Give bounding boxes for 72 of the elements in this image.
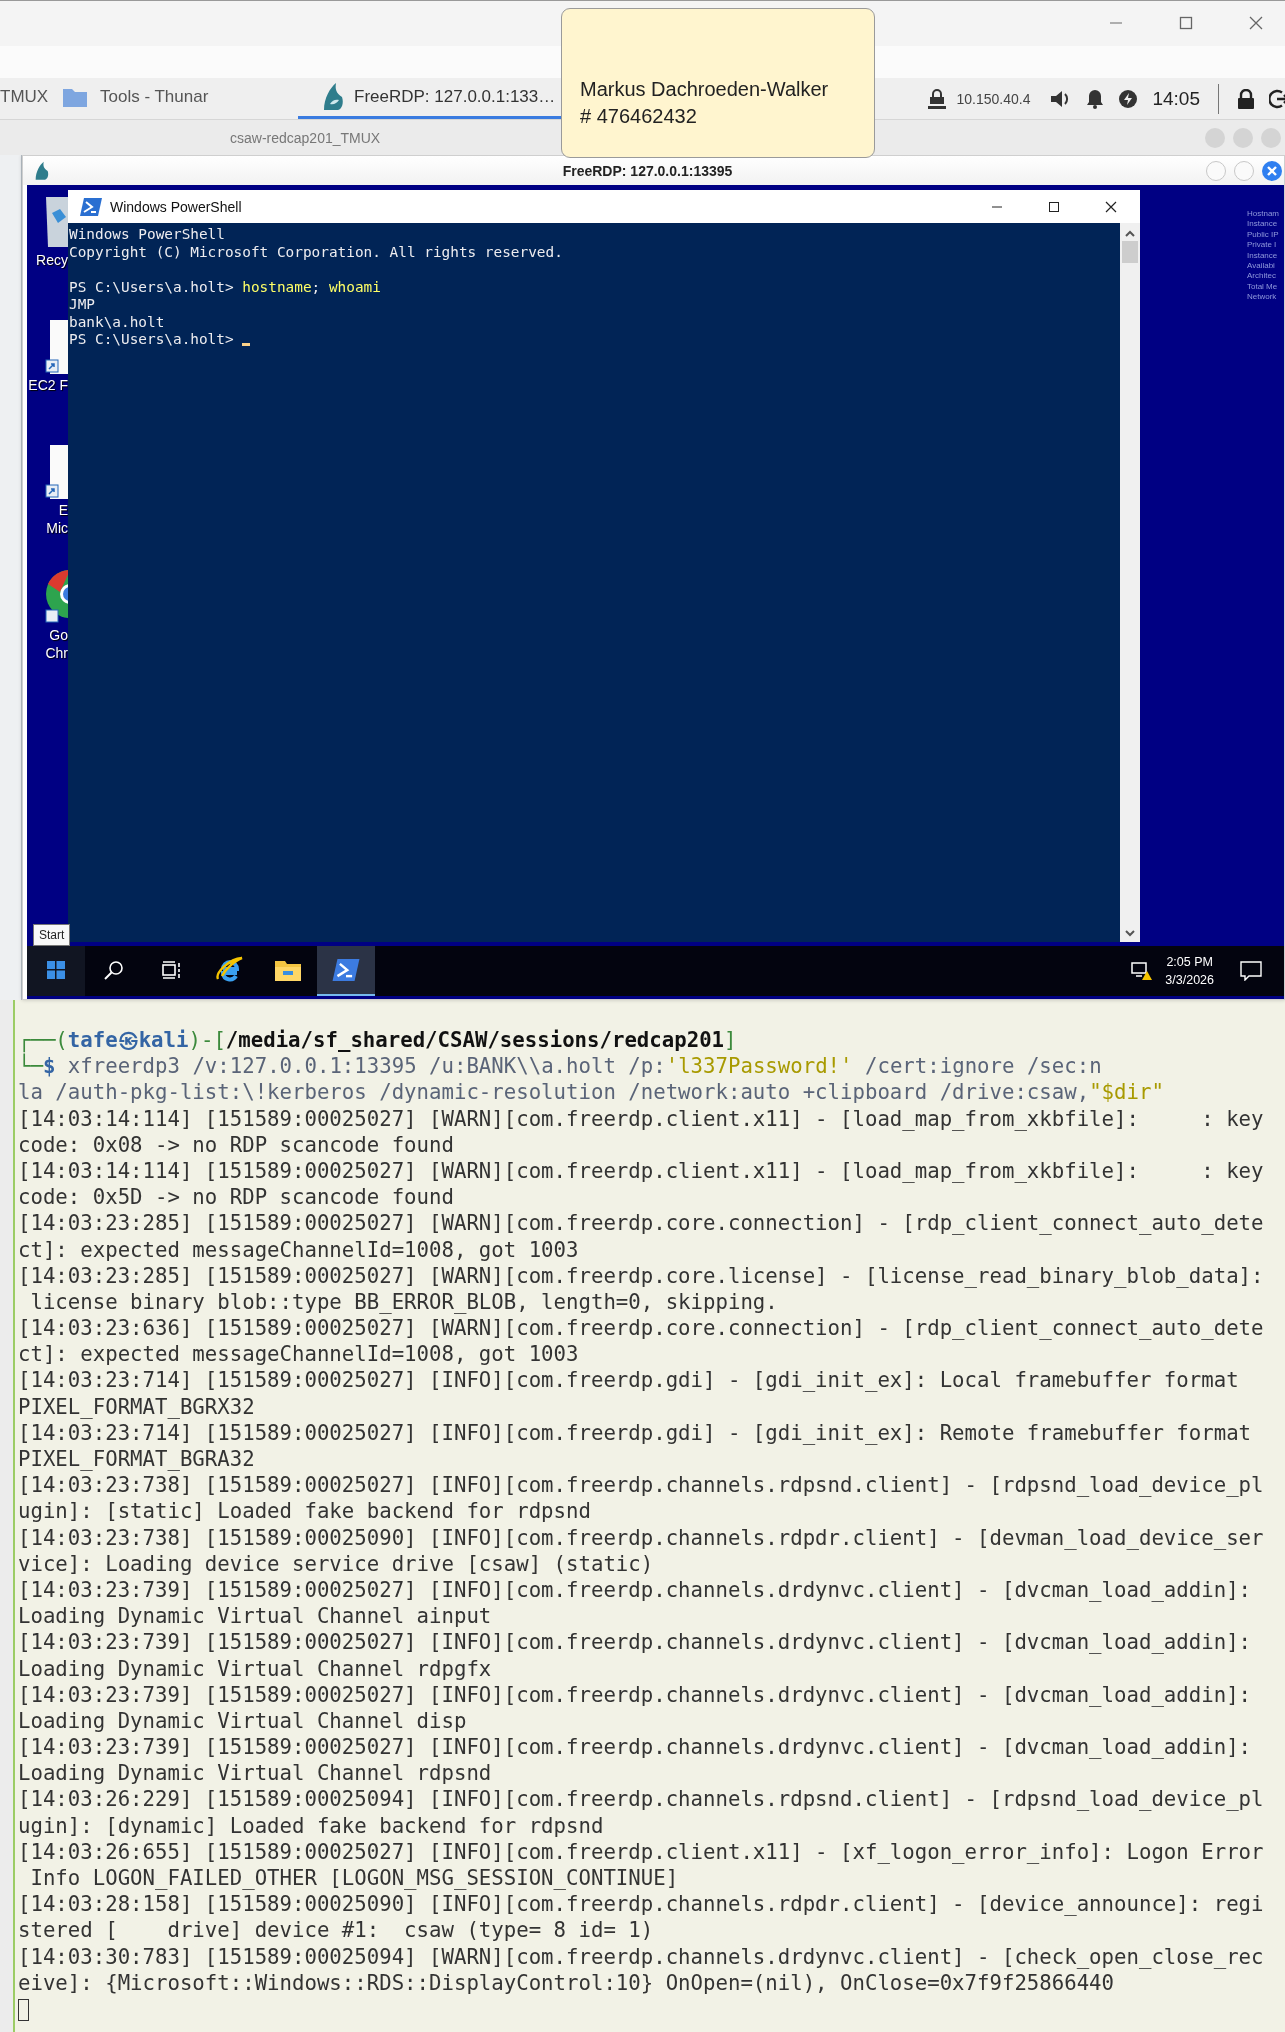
tooltip-text: # 476462432 (580, 104, 698, 129)
system-info-text: Hostnam (1247, 209, 1280, 220)
log-entry: [14:03:23:739] [151589:00025027] [INFO][com.freerdp.channels.drdynvc.client] - [dvcman_load_addin]: Loading Dynamic Virtual Channel rdpgfx (18, 1629, 1253, 1682)
window-title: Windows PowerShell (110, 198, 242, 215)
console-line: bank\a.holt (69, 313, 165, 331)
window-title: csaw-redcap201_TMUX (230, 129, 381, 146)
lock-icon[interactable] (1237, 88, 1255, 109)
maximize-icon[interactable] (1048, 200, 1060, 213)
console-line: PS C:\Users\a.holt> (69, 331, 235, 349)
system-info-text: Architec (1247, 271, 1277, 282)
notification-icon[interactable] (1240, 961, 1262, 981)
system-info-text: Private I (1247, 240, 1278, 251)
log-entry: [14:03:23:739] [151589:00025027] [INFO][com.freerdp.channels.drdynvc.client] - [dvcman_load_addin]: Loading Dynamic Virtual Channel ainput (18, 1576, 1253, 1630)
start-tooltip: Start (33, 924, 71, 946)
log-entry: [14:03:23:285] [151589:00025027] [WARN][com.freerdp.core.connection] - [rdp_client_connect_auto_dete ct]: expected messageChannelId=1008, got 1003 (18, 1210, 1265, 1263)
network-lock-icon[interactable] (928, 88, 947, 109)
task-view-icon[interactable] (162, 961, 182, 979)
console-line: PS C:\Users\a.holt> hostname; whoami (69, 278, 381, 296)
close-icon[interactable] (1105, 200, 1117, 213)
power-icon[interactable] (1118, 88, 1139, 109)
network-warning-icon[interactable] (1131, 961, 1154, 981)
desktop-icon-label[interactable]: Go Chr (27, 626, 68, 662)
taskbar-button[interactable] (317, 946, 375, 996)
taskbar-date[interactable]: 3/3/2026 (1165, 971, 1214, 989)
log-entry: [14:03:23:714] [151589:00025027] [INFO][com.freerdp.gdi] - [gdi_init_ex]: Remote framebuffer format PIXEL_FORMAT_BGRA32 (18, 1419, 1253, 1473)
log-entry: [14:03:23:714] [151589:00025027] [INFO][com.freerdp.gdi] - [gdi_init_ex]: Local framebuffer format PIXEL_FORMAT_BGRX32 (18, 1367, 1240, 1420)
log-entry: [14:03:28:158] [151589:00025090] [INFO][com.freerdp.channels.rdpdr.client] - [device_announce]: regi stered [ drive] device #1: csaw (type= 8 id= 1) (18, 1891, 1265, 1944)
close-button[interactable] (1262, 160, 1282, 181)
taskbar-item[interactable]: Tools - Thunar (58, 78, 298, 119)
log-entry: [14:03:23:739] [151589:00025027] [INFO][com.freerdp.channels.drdynvc.client] - [dvcman_load_addin]: Loading Dynamic Virtual Channel rdpsnd (18, 1734, 1253, 1787)
console-line: Copyright (C) Microsoft Corporation. All rights reserved. (69, 243, 563, 261)
system-info-text: Total Me (1247, 281, 1279, 293)
scroll-down-icon[interactable] (1124, 930, 1136, 938)
system-info-text: Instance (1247, 250, 1279, 262)
search-icon[interactable] (104, 960, 124, 980)
log-entry: [14:03:23:636] [151589:00025027] [WARN][com.freerdp.core.connection] - [rdp_client_connect_auto_dete ct]: expected messageChannelId=1008, got 1003 (18, 1315, 1265, 1368)
log-entry: [14:03:23:738] [151589:00025027] [INFO][com.freerdp.channels.rdpsnd.client] - [rdpsnd_load_device_pl ugin]: [static] Loaded fake backend for rdpsnd (18, 1472, 1265, 1525)
console-line: JMP (69, 296, 95, 314)
system-info-text: Network (1247, 292, 1278, 303)
log-entry: [14:03:23:738] [151589:00025090] [INFO][com.freerdp.channels.rdpdr.client] - [devman_load_device_ser vice]: Loading device service drive [csaw] (static) (18, 1524, 1265, 1577)
ip-address: 10.150.40.4 (956, 90, 1031, 107)
clock[interactable]: 14:05 (1152, 87, 1200, 110)
log-entry: [14:03:26:229] [151589:00025094] [INFO][com.freerdp.channels.rdpsnd.client] - [rdpsnd_load_device_pl ugin]: [dynamic] Loaded fake backend for rdpsnd (18, 1786, 1265, 1839)
folder-icon[interactable] (274, 958, 302, 982)
shell-command: └─$ xfreerdp3 /v:127.0.0.1:13395 /u:BANK\\a.holt /p:'l337Password!' /cert:ignore /sec:n la /auth-pkg-list:\!kerberos /dynamic-resolution /network:auto +clipboard /drive:csaw,"$dir" (18, 1053, 1165, 1106)
log-entry: [14:03:14:114] [151589:00025027] [WARN][com.freerdp.client.x11] - [load_map_from_xkbfile]: : key code: 0x08 -> no RDP scancode found (18, 1105, 1265, 1158)
scroll-up-icon[interactable] (1124, 229, 1136, 237)
system-info-text: Public IP (1247, 229, 1280, 241)
taskbar-item[interactable]: TMUX (0, 78, 58, 119)
tooltip-text: Markus Dachroeden-Walker (580, 77, 830, 102)
shell-prompt: ┌──(tafe㉿kali)-[/media/sf_shared/CSAW/sessions/redcap201] (18, 1027, 738, 1054)
desktop-icon-label[interactable]: Recy (27, 251, 68, 269)
window-title: FreeRDP: 127.0.0.1:13395 (561, 162, 734, 179)
bell-icon[interactable] (1086, 88, 1105, 109)
log-entry: [14:03:23:739] [151589:00025027] [INFO][com.freerdp.channels.drdynvc.client] - [dvcman_load_addin]: Loading Dynamic Virtual Channel disp (18, 1681, 1253, 1735)
log-entry: [14:03:26:655] [151589:00025027] [INFO][com.freerdp.client.x11] - [xf_logon_error_info]: Logon Error Info LOGON_FAILED_OTHER [LOGON_MSG_SESSION_CONTINUE] (18, 1838, 1265, 1892)
shark-icon (33, 160, 49, 181)
taskbar-time[interactable]: 2:05 PM (1166, 953, 1213, 971)
logout-icon[interactable] (1269, 88, 1285, 109)
log-entry: [14:03:14:114] [151589:00025027] [WARN][com.freerdp.client.x11] - [load_map_from_xkbfile]: : key code: 0x5D -> no RDP scancode found (18, 1157, 1265, 1211)
scrollbar[interactable] (1120, 223, 1140, 942)
scroll-thumb[interactable] (1122, 241, 1138, 263)
windows-logo-icon[interactable] (47, 961, 65, 979)
system-info-text: Availabi (1247, 261, 1276, 272)
log-entry: [14:03:30:783] [151589:00025094] [WARN][com.freerdp.channels.drdynvc.client] - [check_open_close_rec eive]: {Microsoft::Windows::RDS::DisplayControl:10} OnOpen=(nil), OnClose=0x7f9f25866440 (18, 1943, 1265, 1996)
desktop-icon-label[interactable]: EC2 F (27, 376, 68, 394)
desktop-icon-label[interactable]: E Mic (27, 501, 68, 537)
log-entry: [14:03:23:285] [151589:00025027] [WARN][com.freerdp.core.license] - [license_read_binary_blob_data]: license binary blob::type BB_ERROR_BLOB, length=0, skipping. (18, 1262, 1265, 1316)
powershell-icon (80, 197, 102, 216)
system-info-text: Instance (1247, 219, 1279, 230)
console-line: Windows PowerShell (69, 226, 225, 244)
powershell-icon[interactable] (332, 959, 360, 981)
